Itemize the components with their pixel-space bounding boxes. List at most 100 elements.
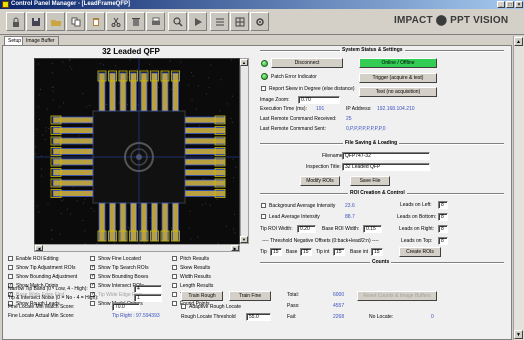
- close-button[interactable]: ×: [515, 1, 523, 8]
- col1-label-1: Show Tip Adjustment ROIs: [16, 265, 76, 271]
- disconnect-button[interactable]: Disconnect: [271, 58, 343, 68]
- save-file-button[interactable]: Save File: [350, 176, 390, 186]
- base-roi-width-input[interactable]: 0.15: [363, 225, 382, 233]
- image-noise-speck: [36, 205, 38, 207]
- online-offline-button[interactable]: Online / Offline: [359, 58, 437, 68]
- test-no-acquisition-button[interactable]: Test (no acquisition): [359, 87, 437, 97]
- save-toolbar-button[interactable]: [26, 12, 45, 31]
- image-noise-speck: [50, 229, 52, 231]
- image-noise-speck: [196, 108, 197, 110]
- copy-toolbar-button[interactable]: [66, 12, 85, 31]
- base-roi-width-label: Base ROI Width:: [322, 226, 360, 232]
- base-int-input[interactable]: 15: [371, 248, 383, 256]
- viewer-scroll-left-icon[interactable]: ◀: [35, 245, 43, 251]
- image-noise-speck: [51, 238, 53, 240]
- col3-label-0: Pitch Results: [180, 256, 210, 262]
- qfp-lead-bottom: [172, 202, 179, 242]
- tip-offset-input[interactable]: 15: [270, 248, 282, 256]
- create-rois-button[interactable]: Create ROIs: [399, 247, 441, 257]
- patch-error-label: Patch Error Indicator: [271, 74, 317, 80]
- delete-toolbar-button[interactable]: [126, 12, 145, 31]
- viewer-scroll-down-icon[interactable]: ▼: [240, 236, 248, 243]
- viewer-scroll-right-icon[interactable]: ▶: [231, 245, 239, 251]
- image-noise-speck: [206, 93, 207, 95]
- background-intensity-label: Background Average Intensity: [269, 203, 336, 209]
- image-noise-speck: [143, 242, 145, 243]
- narrow-tip-band-input[interactable]: 4: [134, 285, 162, 293]
- maximize-button[interactable]: □: [506, 1, 514, 8]
- cut-toolbar-button[interactable]: [106, 12, 125, 31]
- qfp-image-viewer[interactable]: [34, 58, 240, 252]
- narrow-tip-band-label: Narrow Tip Band (0 - Low, 4 - High):: [8, 286, 88, 292]
- scroll-up-arrow-icon[interactable]: ▲: [514, 37, 523, 46]
- filename-input[interactable]: QFP747-32: [342, 152, 430, 160]
- col3-checkbox-1[interactable]: [172, 265, 177, 270]
- settings-toolbar-button[interactable]: [250, 12, 269, 31]
- minimize-button[interactable]: _: [497, 1, 505, 8]
- intersect-noise-input[interactable]: 1: [134, 294, 162, 302]
- reset-counts-button[interactable]: Reset Counts & Image Buffers: [357, 291, 437, 301]
- base-offset-input[interactable]: 15: [300, 248, 312, 256]
- lock-toolbar-button[interactable]: [6, 12, 25, 31]
- lead-intensity-checkbox[interactable]: [261, 214, 266, 219]
- tab-image-buffer[interactable]: Image Buffer: [22, 36, 59, 45]
- train-fine-button[interactable]: Train Fine: [229, 291, 271, 301]
- list-toolbar-button[interactable]: [210, 12, 229, 31]
- leads-bottom-input[interactable]: 8: [438, 213, 448, 221]
- viewer-vertical-scrollbar[interactable]: [240, 58, 249, 244]
- col1-checkbox-0[interactable]: [8, 256, 13, 261]
- col3-label-2: Width Results: [180, 274, 211, 280]
- col3-checkbox-5[interactable]: [172, 301, 177, 306]
- image-zoom-input[interactable]: 0.70: [298, 96, 340, 104]
- col1-checkbox-2[interactable]: [8, 274, 13, 279]
- zoom-toolbar-button[interactable]: [168, 12, 187, 31]
- image-noise-speck: [84, 230, 86, 232]
- col3-checkbox-0[interactable]: [172, 256, 177, 261]
- image-noise-speck: [146, 69, 148, 71]
- col2-checkbox-5[interactable]: [90, 301, 95, 306]
- report-skew-checkbox[interactable]: [261, 86, 266, 91]
- execution-time-label: Execution Time (ms):: [260, 106, 307, 112]
- play-toolbar-button[interactable]: [188, 12, 207, 31]
- window-scrollbar[interactable]: [513, 36, 524, 340]
- leads-left-input[interactable]: 8: [438, 201, 448, 209]
- fail-label: Fail:: [287, 314, 297, 320]
- adaptive-rough-checkbox[interactable]: [181, 304, 186, 309]
- col1-label-0: Enable ROI Editing: [16, 256, 59, 262]
- grid-toolbar-button[interactable]: [230, 12, 249, 31]
- train-rough-button[interactable]: Train Rough: [181, 291, 223, 301]
- image-noise-speck: [201, 204, 203, 206]
- scroll-down-arrow-icon[interactable]: ▼: [514, 330, 523, 339]
- lead-intensity-value: 88.7: [345, 214, 355, 220]
- paste-toolbar-button[interactable]: [86, 12, 105, 31]
- tip-roi-width-input[interactable]: 0.20: [297, 225, 316, 233]
- image-noise-speck: [232, 158, 234, 160]
- rough-threshold-input[interactable]: 55.0: [246, 313, 271, 321]
- col2-checkbox-2[interactable]: [90, 273, 95, 279]
- tip-int-input[interactable]: 15: [333, 248, 345, 256]
- leads-top-input[interactable]: 8: [438, 237, 448, 245]
- image-noise-speck: [180, 61, 182, 63]
- image-noise-speck: [234, 232, 236, 234]
- col2-checkbox-3[interactable]: [90, 282, 95, 288]
- viewer-scroll-up-icon[interactable]: ▲: [240, 59, 248, 66]
- image-noise-speck: [210, 64, 212, 66]
- viewer-horizontal-scrollbar[interactable]: [34, 244, 240, 252]
- image-noise-speck: [106, 104, 108, 105]
- fine-locate-min-input[interactable]: 70.0: [112, 303, 140, 311]
- leads-right-input[interactable]: 8: [438, 225, 448, 233]
- delete-icon: [131, 17, 140, 26]
- print-toolbar-button[interactable]: [146, 12, 165, 31]
- trigger-button[interactable]: Trigger (acquire & test): [359, 73, 437, 83]
- col2-checkbox-0[interactable]: [90, 256, 95, 261]
- col3-checkbox-3[interactable]: [172, 283, 177, 288]
- inspection-title-input[interactable]: 32 Leaded QFP: [342, 163, 430, 171]
- background-intensity-checkbox[interactable]: [261, 203, 266, 208]
- col3-checkbox-2[interactable]: [172, 274, 177, 279]
- col1-checkbox-1[interactable]: [8, 265, 13, 270]
- modify-rois-button[interactable]: Modify ROIs: [300, 176, 340, 186]
- open-toolbar-button[interactable]: [46, 12, 65, 31]
- col2-checkbox-1[interactable]: [90, 264, 95, 270]
- qfp-lead-top: [140, 72, 148, 112]
- col3-checkbox-4[interactable]: [172, 292, 177, 297]
